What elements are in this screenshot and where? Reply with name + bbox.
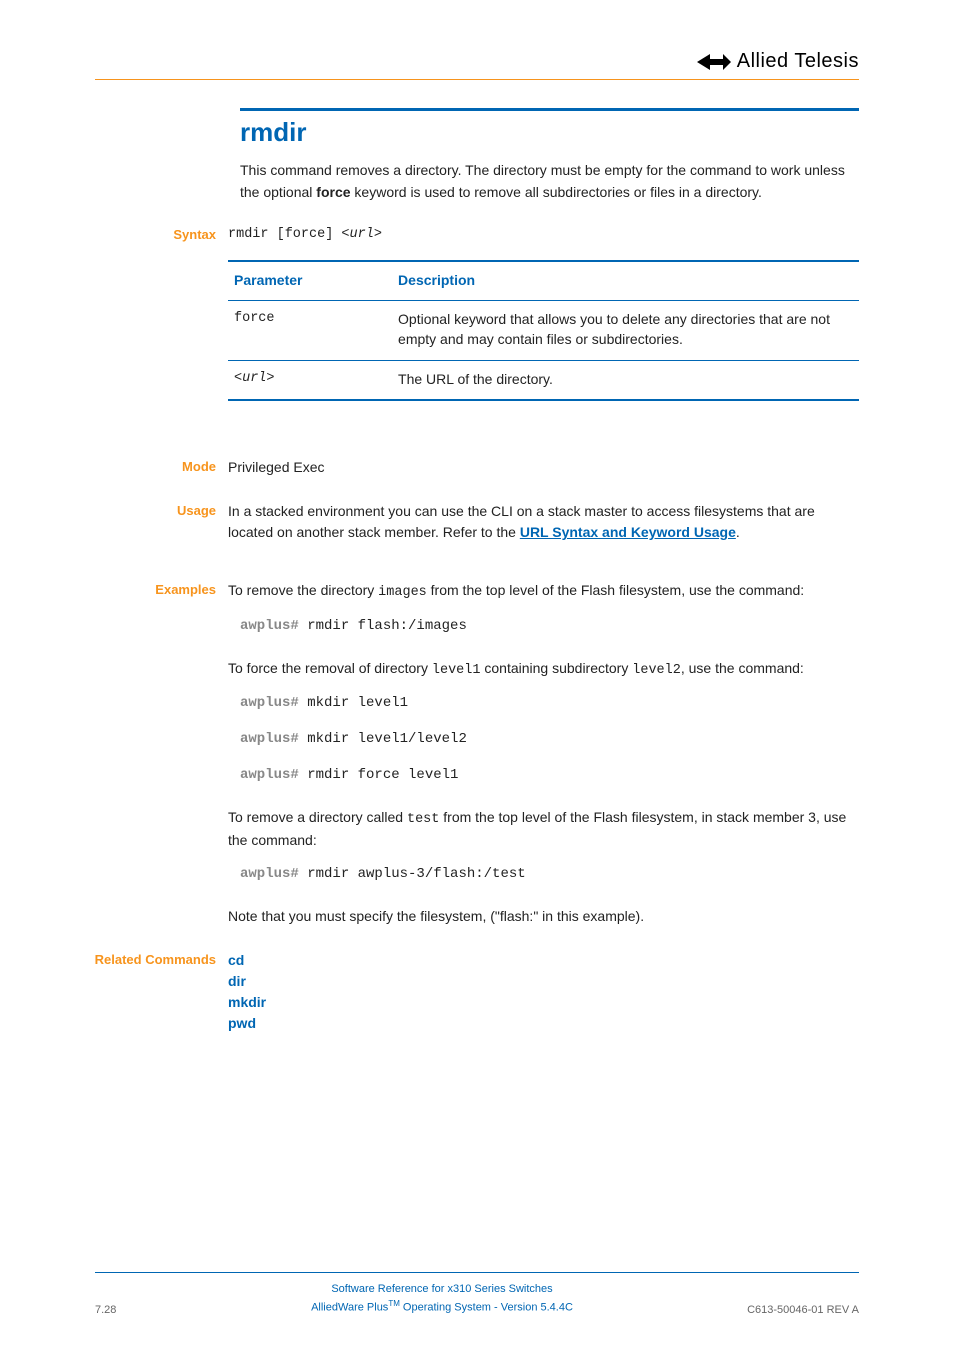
logo-arrow-icon bbox=[697, 54, 731, 70]
cmd-block-2: awplus# mkdir level1 awplus# mkdir level… bbox=[240, 693, 859, 786]
example-note: Note that you must specify the filesyste… bbox=[228, 906, 859, 928]
section-label-syntax: Syntax bbox=[88, 225, 228, 245]
cmd-block-3: awplus# rmdir awplus-3/flash:/test bbox=[240, 864, 859, 886]
parameter-table: Parameter Description force Optional key… bbox=[228, 260, 859, 401]
footer-center: Software Reference for x310 Series Switc… bbox=[311, 1281, 573, 1316]
ex1-code-images: images bbox=[378, 585, 427, 600]
param-row-url: <url> The URL of the directory. bbox=[228, 360, 859, 400]
example2-text: To force the removal of directory level1… bbox=[228, 658, 859, 682]
syntax-line: rmdir [force] <url> bbox=[228, 225, 859, 246]
footer-line2: AlliedWare PlusTM Operating System - Ver… bbox=[311, 1298, 573, 1316]
th-parameter: Parameter bbox=[228, 261, 392, 300]
section-label-examples: Examples bbox=[88, 580, 228, 600]
th-description: Description bbox=[392, 261, 859, 300]
section-label-related: Related Commands bbox=[88, 950, 228, 970]
intro-paragraph: This command removes a directory. The di… bbox=[240, 160, 859, 203]
brand-name: Allied Telesis bbox=[737, 50, 859, 73]
param-desc-url: The URL of the directory. bbox=[392, 360, 859, 400]
related-link-pwd[interactable]: pwd bbox=[228, 1013, 859, 1034]
footer-page-number: 7.28 bbox=[95, 1304, 165, 1316]
command-title: rmdir bbox=[240, 108, 859, 148]
footer-line1: Software Reference for x310 Series Switc… bbox=[311, 1281, 573, 1298]
syntax-command: rmdir [force] bbox=[228, 227, 341, 242]
cmd-mkdir-level2: mkdir level1/level2 bbox=[299, 731, 467, 747]
related-link-mkdir[interactable]: mkdir bbox=[228, 992, 859, 1013]
syntax-url-var: <url> bbox=[341, 227, 382, 242]
ex3-code-test: test bbox=[407, 812, 439, 827]
related-link-dir[interactable]: dir bbox=[228, 971, 859, 992]
brand-logo: Allied Telesis bbox=[697, 50, 859, 73]
section-label-mode: Mode bbox=[88, 457, 228, 477]
intro-text-post: keyword is used to remove all subdirecto… bbox=[351, 184, 762, 200]
ex2-code-level1: level1 bbox=[432, 663, 481, 678]
page-footer: 7.28 Software Reference for x310 Series … bbox=[95, 1272, 859, 1316]
param-name-url: <url> bbox=[228, 360, 392, 400]
cmd-block-1: awplus# rmdir flash:/images bbox=[240, 616, 859, 638]
param-name-force: force bbox=[228, 300, 392, 360]
related-link-cd[interactable]: cd bbox=[228, 950, 859, 971]
footer-docref: C613-50046-01 REV A bbox=[719, 1304, 859, 1316]
usage-link-url-syntax[interactable]: URL Syntax and Keyword Usage bbox=[520, 524, 736, 540]
mode-value: Privileged Exec bbox=[228, 459, 325, 475]
cmd-rmdir-awplus3: rmdir awplus-3/flash:/test bbox=[299, 866, 526, 882]
cmd-rmdir-images: rmdir flash:/images bbox=[299, 618, 467, 634]
param-row-force: force Optional keyword that allows you t… bbox=[228, 300, 859, 360]
example1-text: To remove the directory images from the … bbox=[228, 580, 859, 604]
header-rule bbox=[95, 79, 859, 80]
cmd-rmdir-force-level1: rmdir force level1 bbox=[299, 767, 459, 783]
usage-text-post: . bbox=[736, 524, 740, 540]
cmd-mkdir-level1: mkdir level1 bbox=[299, 695, 408, 711]
param-desc-force: Optional keyword that allows you to dele… bbox=[392, 300, 859, 360]
intro-force-keyword: force bbox=[316, 184, 350, 200]
example3-text: To remove a directory called test from t… bbox=[228, 807, 859, 853]
prompt: awplus# bbox=[240, 618, 299, 634]
header-logo-row: Allied Telesis bbox=[95, 50, 859, 73]
ex2-code-level2: level2 bbox=[632, 663, 681, 678]
section-label-usage: Usage bbox=[88, 501, 228, 521]
